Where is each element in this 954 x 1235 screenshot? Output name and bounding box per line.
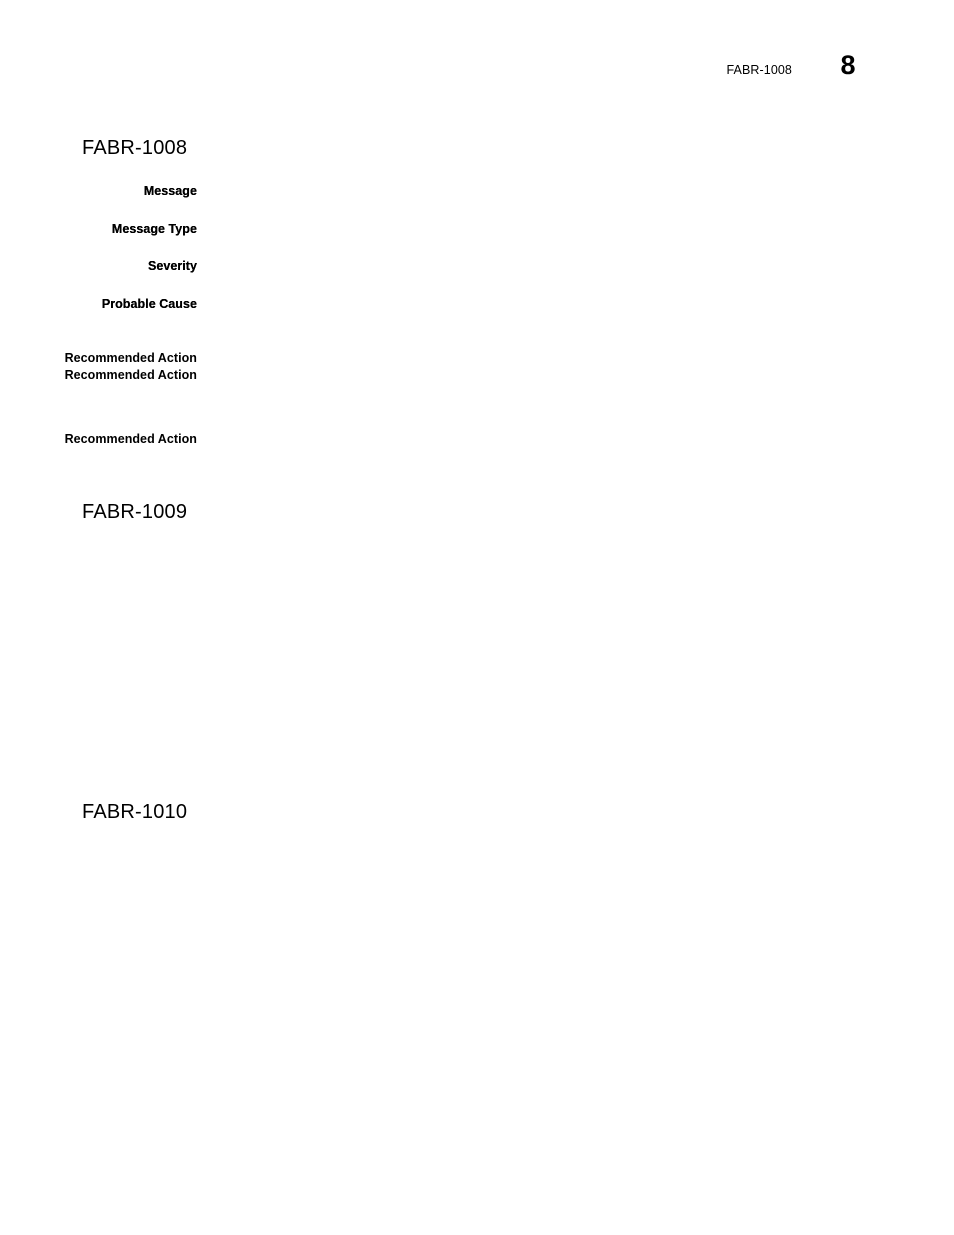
field-label: Message: [143, 184, 197, 198]
section-heading: FABR-1009: [82, 501, 188, 523]
field-label: Probable Cause: [101, 297, 197, 311]
page-number: 8: [840, 50, 856, 80]
field-label: Severity: [147, 259, 197, 273]
page-header: FABR-1008 8: [0, 50, 954, 102]
field-label: Recommended Action: [64, 432, 197, 446]
field-label: Recommended Action: [64, 368, 197, 382]
section-heading: FABR-1008: [82, 137, 188, 159]
running-head-label: FABR-1008: [726, 63, 792, 77]
document-page: FABR-1008 8 FABR-1008 Message Message Type…: [0, 0, 954, 1235]
field-label: Recommended Action: [64, 351, 197, 365]
field-label: Message Type: [111, 222, 197, 236]
section-heading: FABR-1010: [82, 801, 188, 823]
